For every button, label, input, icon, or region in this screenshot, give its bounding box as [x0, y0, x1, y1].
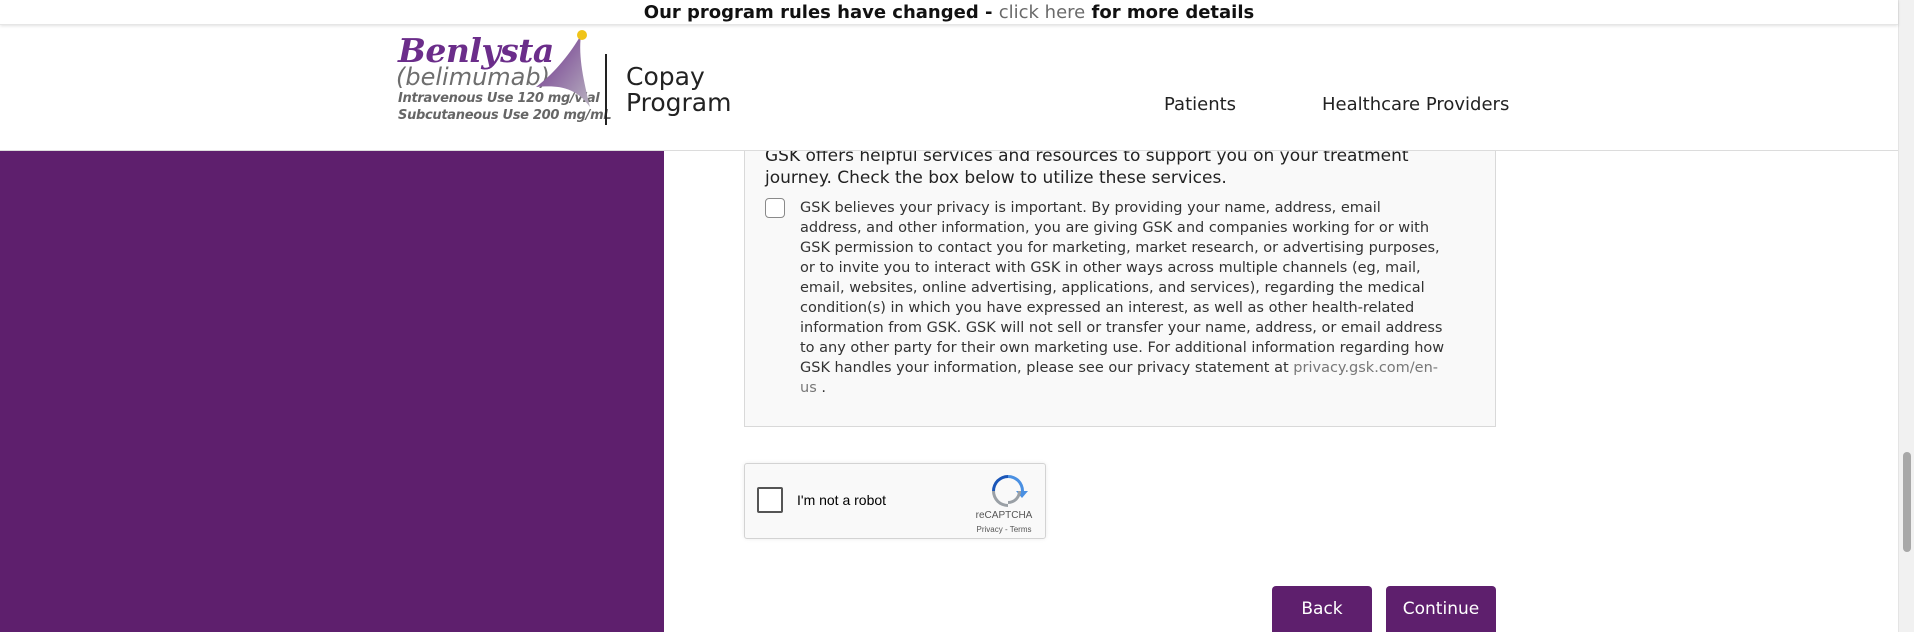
continue-button[interactable]: Continue [1386, 586, 1496, 632]
recaptcha-checkbox[interactable] [757, 487, 783, 513]
program-title-line1: Copay [626, 62, 705, 91]
privacy-end: . [816, 380, 826, 396]
site-header: Benlysta (belimumab) Intravenous Use 120… [0, 24, 1898, 151]
recaptcha-label: I'm not a robot [797, 492, 887, 508]
privacy-text: GSK believes your privacy is important. … [800, 200, 1445, 376]
privacy-consent-checkbox[interactable] [765, 198, 785, 218]
benlysta-logo[interactable]: Benlysta (belimumab) Intravenous Use 120… [396, 27, 612, 127]
logo-swoosh-icon [536, 30, 590, 107]
recaptcha-brand: reCAPTCHA [975, 510, 1033, 521]
announcement-prefix: Our program rules have changed - [643, 2, 999, 23]
announcement-bar: Our program rules have changed - click h… [0, 0, 1898, 25]
announcement-suffix: for more details [1085, 2, 1255, 23]
recaptcha-links[interactable]: Privacy - Terms [969, 525, 1039, 534]
scrollbar-thumb[interactable] [1903, 452, 1911, 552]
logo-divider [605, 54, 607, 125]
recaptcha-widget: I'm not a robot reCAPTCHA Privacy - Term… [744, 463, 1046, 539]
program-title-line2: Program [626, 88, 732, 117]
recaptcha-logo-icon [992, 475, 1028, 507]
announcement-link[interactable]: click here [999, 2, 1086, 23]
page-scrollbar[interactable] [1898, 0, 1914, 632]
privacy-statement: GSK believes your privacy is important. … [800, 198, 1445, 398]
nav-patients[interactable]: Patients [1164, 94, 1236, 115]
nav-healthcare-providers[interactable]: Healthcare Providers [1322, 94, 1509, 115]
left-purple-panel [0, 150, 664, 632]
back-button[interactable]: Back [1272, 586, 1372, 632]
program-title: Copay Program [626, 64, 731, 116]
services-intro-text: GSK offers helpful services and resource… [765, 146, 1409, 188]
